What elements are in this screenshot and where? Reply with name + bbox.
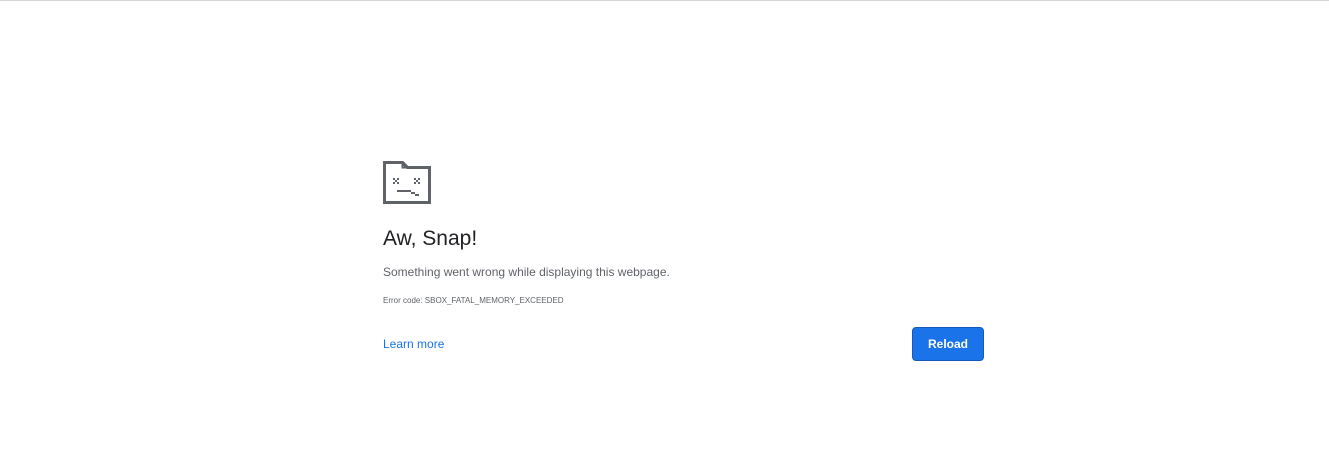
error-page: Aw, Snap! Something went wrong while dis… bbox=[383, 160, 985, 370]
error-code: Error code: SBOX_FATAL_MEMORY_EXCEEDED bbox=[383, 296, 564, 305]
sad-tab-icon bbox=[383, 160, 431, 204]
error-heading: Aw, Snap! bbox=[383, 227, 478, 250]
error-message: Something went wrong while displaying th… bbox=[383, 265, 670, 279]
learn-more-link[interactable]: Learn more bbox=[383, 336, 444, 352]
top-border bbox=[0, 0, 1329, 1]
reload-button[interactable]: Reload bbox=[912, 327, 984, 361]
